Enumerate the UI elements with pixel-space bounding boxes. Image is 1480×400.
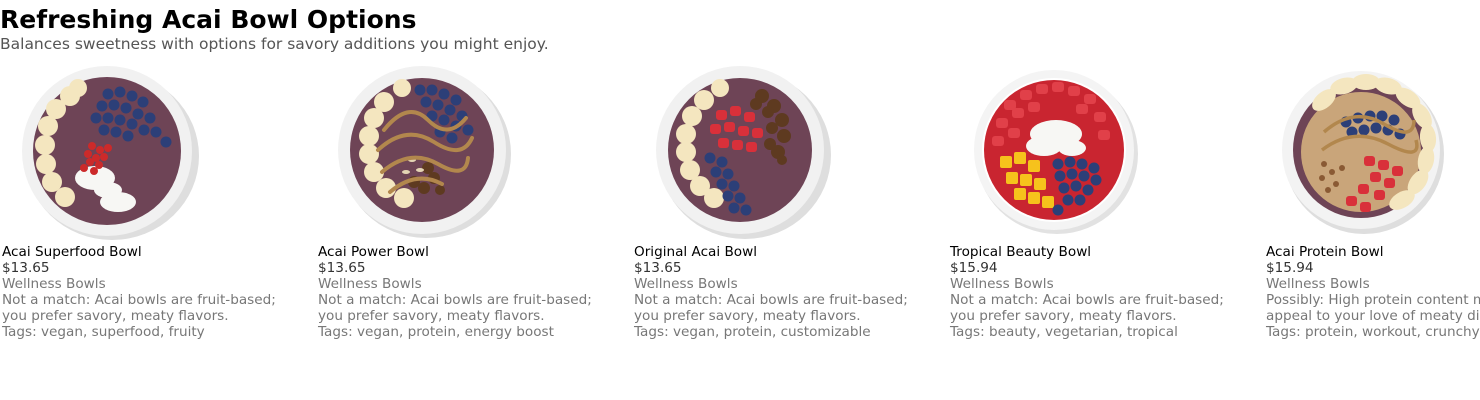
page-title: Refreshing Acai Bowl Options bbox=[0, 5, 417, 34]
product-info: Acai Superfood Bowl $13.65 Wellness Bowl… bbox=[2, 244, 298, 340]
product-name[interactable]: Acai Superfood Bowl bbox=[2, 244, 298, 260]
product-name[interactable]: Acai Power Bowl bbox=[318, 244, 614, 260]
product-tags: Tags: protein, workout, crunchy bbox=[1266, 324, 1480, 340]
product-info: Acai Power Bowl $13.65 Wellness Bowls No… bbox=[318, 244, 614, 340]
match-note-line-2: appeal to your love of meaty dishes. bbox=[1266, 308, 1480, 324]
product-tags: Tags: beauty, vegetarian, tropical bbox=[950, 324, 1178, 340]
product-row: Acai Superfood Bowl $13.65 Wellness Bowl… bbox=[0, 60, 1480, 360]
match-note-line-2: you prefer savory, meaty flavors. bbox=[2, 308, 229, 324]
match-note-line-2: you prefer savory, meaty flavors. bbox=[318, 308, 545, 324]
match-note-line-1: Possibly: High protein content might bbox=[1266, 292, 1480, 308]
product-tags: Tags: vegan, protein, energy boost bbox=[318, 324, 554, 340]
match-note-line-2: you prefer savory, meaty flavors. bbox=[634, 308, 861, 324]
product-price: $13.65 bbox=[318, 260, 366, 276]
match-note-line-1: Not a match: Acai bowls are fruit-based; bbox=[634, 292, 908, 308]
product-price: $15.94 bbox=[950, 260, 998, 276]
product-price: $13.65 bbox=[634, 260, 682, 276]
product-info: Tropical Beauty Bowl $15.94 Wellness Bow… bbox=[950, 244, 1246, 340]
original-acai-bowl-image[interactable] bbox=[632, 60, 842, 240]
product-info: Original Acai Bowl $13.65 Wellness Bowls… bbox=[634, 244, 930, 340]
product-category: Wellness Bowls bbox=[318, 276, 422, 292]
product-price: $13.65 bbox=[2, 260, 50, 276]
product-price: $15.94 bbox=[1266, 260, 1314, 276]
product-category: Wellness Bowls bbox=[950, 276, 1054, 292]
match-note-line-2: you prefer savory, meaty flavors. bbox=[950, 308, 1177, 324]
product-category: Wellness Bowls bbox=[634, 276, 738, 292]
product-category: Wellness Bowls bbox=[1266, 276, 1370, 292]
tropical-beauty-bowl-image[interactable] bbox=[948, 60, 1158, 240]
acai-protein-bowl-image[interactable] bbox=[1264, 60, 1474, 240]
product-tags: Tags: vegan, superfood, fruity bbox=[2, 324, 205, 340]
acai-superfood-bowl-image[interactable] bbox=[0, 60, 210, 240]
match-note-line-1: Not a match: Acai bowls are fruit-based; bbox=[318, 292, 592, 308]
page-subtitle: Balances sweetness with options for savo… bbox=[0, 35, 549, 53]
product-name[interactable]: Original Acai Bowl bbox=[634, 244, 930, 260]
product-name[interactable]: Tropical Beauty Bowl bbox=[950, 244, 1246, 260]
product-info: Acai Protein Bowl $15.94 Wellness Bowls … bbox=[1266, 244, 1480, 340]
product-tags: Tags: vegan, protein, customizable bbox=[634, 324, 871, 340]
acai-power-bowl-image[interactable] bbox=[316, 60, 526, 240]
match-note-line-1: Not a match: Acai bowls are fruit-based; bbox=[950, 292, 1224, 308]
match-note-line-1: Not a match: Acai bowls are fruit-based; bbox=[2, 292, 276, 308]
product-name[interactable]: Acai Protein Bowl bbox=[1266, 244, 1480, 260]
product-category: Wellness Bowls bbox=[2, 276, 106, 292]
